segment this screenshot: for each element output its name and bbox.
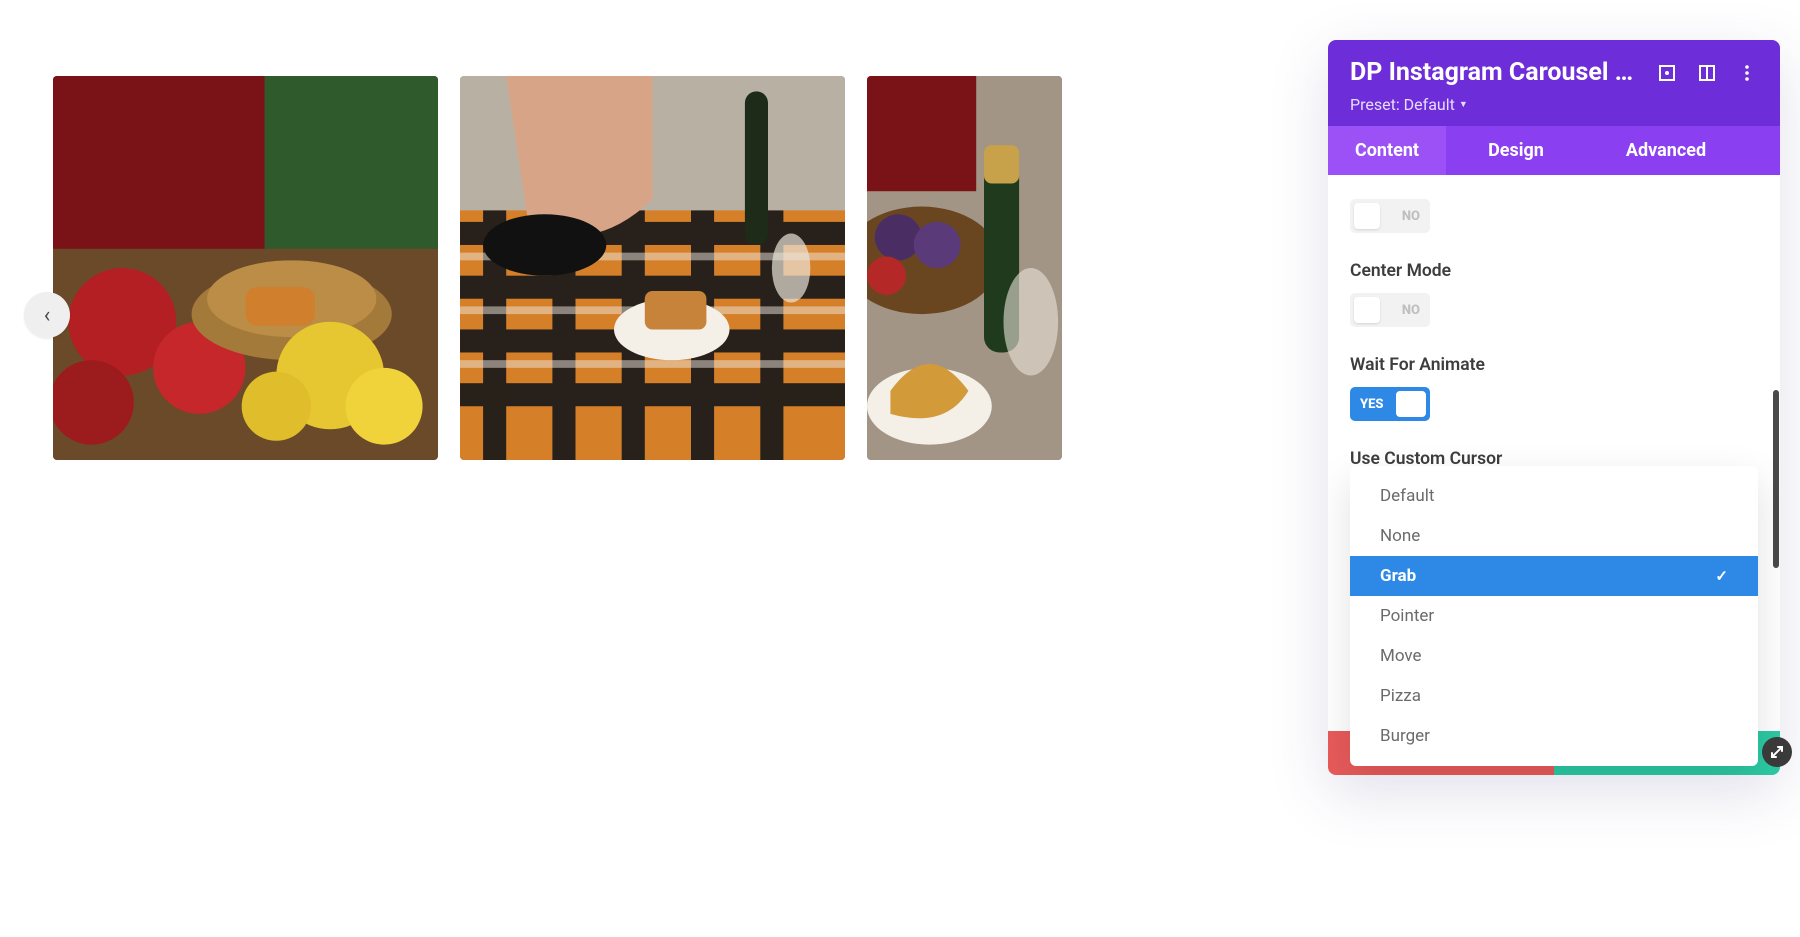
chevron-left-icon: ‹	[44, 303, 51, 328]
cursor-option-pizza[interactable]: Pizza	[1350, 676, 1758, 716]
carousel-image-3[interactable]	[867, 76, 1062, 460]
cursor-option-burger[interactable]: Burger	[1350, 716, 1758, 756]
preset-selector[interactable]: Preset: Default ▼	[1350, 95, 1758, 114]
wait-animate-toggle[interactable]: YES	[1350, 387, 1430, 421]
center-mode-toggle[interactable]: NO	[1350, 293, 1430, 327]
preset-label: Preset: Default	[1350, 95, 1455, 114]
tabs: Content Design Advanced	[1328, 126, 1780, 175]
cursor-option-move[interactable]: Move	[1350, 636, 1758, 676]
field-center-mode: Center Mode NO	[1350, 261, 1758, 327]
columns-icon[interactable]	[1696, 62, 1718, 84]
previous-toggle[interactable]: NO	[1350, 199, 1430, 233]
fullscreen-icon[interactable]	[1656, 62, 1678, 84]
panel-title: DP Instagram Carousel Sett...	[1350, 58, 1638, 87]
tab-design[interactable]: Design	[1446, 126, 1586, 175]
carousel	[53, 76, 1062, 460]
carousel-prev-button[interactable]: ‹	[24, 292, 70, 338]
cursor-dropdown: Default None Grab ✓ Pointer Move Pizza B…	[1350, 466, 1758, 766]
center-mode-label: Center Mode	[1350, 261, 1758, 281]
resize-handle[interactable]	[1762, 737, 1792, 767]
cursor-option-pointer[interactable]: Pointer	[1350, 596, 1758, 636]
tab-content[interactable]: Content	[1328, 126, 1446, 175]
carousel-image-1[interactable]	[53, 76, 438, 460]
panel-body: NO Center Mode NO Wait For Animate YES U…	[1328, 175, 1780, 775]
wait-animate-label: Wait For Animate	[1350, 355, 1758, 375]
settings-panel: DP Instagram Carousel Sett... Pre	[1328, 40, 1780, 775]
cursor-option-default[interactable]: Default	[1350, 476, 1758, 516]
tab-advanced[interactable]: Advanced	[1586, 126, 1746, 175]
check-icon: ✓	[1715, 567, 1728, 585]
scrollbar-thumb[interactable]	[1773, 390, 1779, 568]
cursor-option-grab[interactable]: Grab ✓	[1350, 556, 1758, 596]
field-previous-toggle: NO	[1350, 203, 1758, 233]
more-icon[interactable]	[1736, 62, 1758, 84]
panel-header: DP Instagram Carousel Sett... Pre	[1328, 40, 1780, 126]
carousel-image-2[interactable]	[460, 76, 845, 460]
cursor-option-none[interactable]: None	[1350, 516, 1758, 556]
caret-down-icon: ▼	[1459, 99, 1468, 110]
field-wait-animate: Wait For Animate YES	[1350, 355, 1758, 421]
